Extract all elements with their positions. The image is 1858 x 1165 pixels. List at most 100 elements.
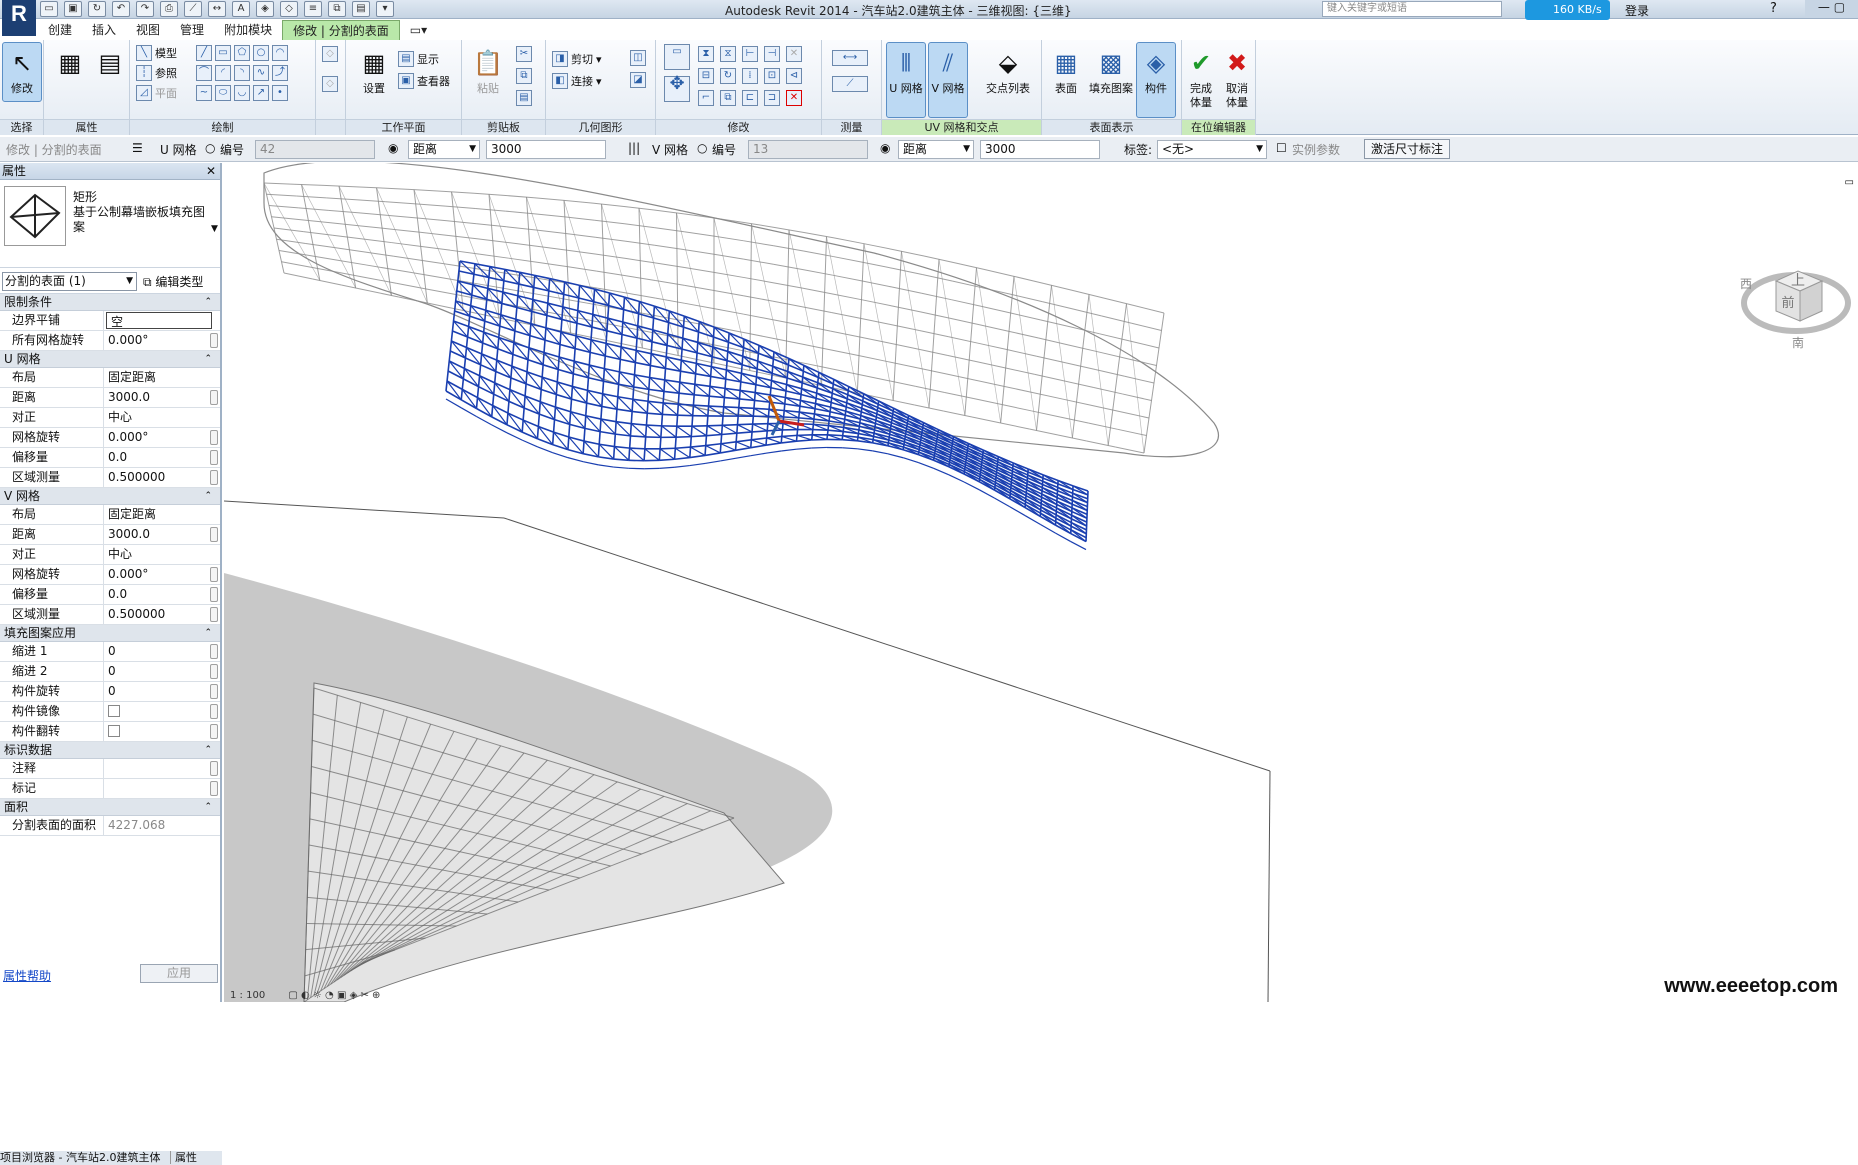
- tab-insert[interactable]: 插入: [82, 20, 126, 40]
- surface-button[interactable]: ▦ 表面: [1046, 42, 1086, 118]
- property-value[interactable]: 中心: [104, 545, 220, 564]
- value-button[interactable]: [210, 450, 218, 465]
- value-button[interactable]: [210, 684, 218, 699]
- property-value[interactable]: 0.000°: [104, 428, 220, 447]
- collapse-icon[interactable]: ⌃: [204, 625, 212, 642]
- 3d-viewport[interactable]: 上 前 西 南 ▭ www.eeeetop.com 1 : 100 ▢ ◐ ☼ …: [224, 163, 1858, 1002]
- viewer-button[interactable]: ▣查看器: [398, 72, 450, 90]
- project-browser-tab[interactable]: 项目浏览器 - 汽车站2.0建筑主体: [0, 1151, 160, 1164]
- view-control-icons[interactable]: ▢ ◐ ☼ ◔ ▣ ◈ ✂ ⊕: [288, 990, 380, 1001]
- draw-shapes-row1[interactable]: ╱▭⬠○◠: [196, 44, 288, 62]
- activate-dimensions-button[interactable]: 激活尺寸标注: [1364, 139, 1450, 159]
- property-value[interactable]: 3000.0: [104, 388, 220, 407]
- value-button[interactable]: [210, 390, 218, 405]
- collapse-icon[interactable]: ⌃: [204, 799, 212, 816]
- trim-multiple-icon[interactable]: ⊐: [764, 90, 780, 106]
- type-selector[interactable]: 矩形 基于公制幕墙嵌板填充图案 ▼: [0, 180, 220, 268]
- draw-model-button[interactable]: ╲模型: [136, 44, 177, 62]
- property-value[interactable]: 0: [104, 642, 220, 661]
- cancel-mass-button[interactable]: ✖ 取消 体量: [1220, 42, 1254, 118]
- apply-button[interactable]: 应用: [140, 964, 218, 983]
- tag-select[interactable]: <无>▼: [1157, 140, 1267, 159]
- property-value[interactable]: 0.500000: [104, 468, 220, 487]
- property-value[interactable]: [104, 779, 220, 798]
- paste-button[interactable]: 📋 粘贴: [466, 42, 510, 102]
- u-distance-field[interactable]: 3000: [486, 140, 606, 159]
- finish-mass-button[interactable]: ✔ 完成 体量: [1184, 42, 1218, 118]
- collapse-icon[interactable]: ⌃: [204, 488, 212, 505]
- 3d-view-icon[interactable]: ◈: [256, 1, 274, 17]
- value-button[interactable]: [210, 724, 218, 739]
- collapse-icon[interactable]: ⌃: [204, 742, 212, 759]
- split-icon[interactable]: ⊢: [742, 46, 758, 62]
- join-geometry-button[interactable]: ◧连接▾: [552, 72, 602, 90]
- property-group-header[interactable]: 面积⌃: [0, 799, 220, 816]
- property-group-header[interactable]: 标识数据⌃: [0, 742, 220, 759]
- property-group-header[interactable]: V 网格⌃: [0, 488, 220, 505]
- u-number-radio[interactable]: ○: [205, 141, 215, 155]
- property-value[interactable]: 0.0: [104, 585, 220, 604]
- thin-lines-icon[interactable]: ≡: [304, 1, 322, 17]
- value-button[interactable]: [210, 430, 218, 445]
- properties-button[interactable]: ▦: [48, 42, 92, 102]
- property-value[interactable]: 空: [106, 312, 212, 329]
- print-icon[interactable]: ⎙: [160, 1, 178, 17]
- mirror-axis-icon[interactable]: ⧗: [698, 46, 714, 62]
- offset-icon[interactable]: ⊟: [698, 68, 714, 84]
- mirror-draw-icon[interactable]: ⧖: [720, 46, 736, 62]
- undo-icon[interactable]: ↶: [112, 1, 130, 17]
- properties-tab[interactable]: 属性: [170, 1151, 197, 1164]
- instance-filter-select[interactable]: 分割的表面 (1)▼: [2, 272, 137, 291]
- v-distance-radio[interactable]: ◉: [880, 141, 890, 155]
- v-number-field[interactable]: 13: [748, 140, 868, 159]
- u-mode-select[interactable]: 距离▼: [408, 140, 480, 159]
- split-face-icon[interactable]: ◪: [630, 72, 646, 88]
- property-value[interactable]: 3000.0: [104, 525, 220, 544]
- v-number-radio[interactable]: ○: [697, 141, 707, 155]
- dimension-aligned-icon[interactable]: ⟋: [832, 76, 868, 92]
- property-value[interactable]: 0.0: [104, 448, 220, 467]
- dropdown-icon[interactable]: ▾: [376, 1, 394, 17]
- property-value[interactable]: 0: [104, 682, 220, 701]
- trim-single-icon[interactable]: ⊏: [742, 90, 758, 106]
- u-distance-radio[interactable]: ◉: [388, 141, 398, 155]
- text-icon[interactable]: A: [232, 1, 250, 17]
- surface-panel-label[interactable]: 表面表示: [1042, 119, 1181, 135]
- tab-manage[interactable]: 管理: [170, 20, 214, 40]
- v-distance-field[interactable]: 3000: [980, 140, 1100, 159]
- measure-icon[interactable]: ⟋: [184, 1, 202, 17]
- cut-geometry-button[interactable]: ◨剪切▾: [552, 50, 602, 68]
- pin-icon[interactable]: ✕: [786, 46, 802, 62]
- navigation-bar-icon[interactable]: ▭: [1845, 177, 1854, 188]
- value-button[interactable]: [210, 527, 218, 542]
- modify-button[interactable]: ↖ 修改: [2, 42, 42, 102]
- u-grid-button[interactable]: ⦀ U 网格: [886, 42, 926, 118]
- property-value[interactable]: 固定距离: [104, 505, 220, 524]
- wall-join-icon[interactable]: ◫: [630, 50, 646, 66]
- property-value[interactable]: 0.000°: [104, 565, 220, 584]
- measure-distance-icon[interactable]: ⟷: [832, 50, 868, 66]
- value-button[interactable]: [210, 781, 218, 796]
- tab-view[interactable]: 视图: [126, 20, 170, 40]
- u-number-field[interactable]: 42: [255, 140, 375, 159]
- value-button[interactable]: [210, 333, 218, 348]
- move-icon[interactable]: ✥: [664, 76, 690, 102]
- value-button[interactable]: [210, 664, 218, 679]
- close-hidden-icon[interactable]: ⧉: [328, 1, 346, 17]
- value-button[interactable]: [210, 567, 218, 582]
- property-value[interactable]: 0.500000: [104, 605, 220, 624]
- fill-pattern-button[interactable]: ▩ 填充图案: [1088, 42, 1134, 118]
- tab-modify-divided-surface[interactable]: 修改 | 分割的表面: [282, 20, 400, 40]
- draw-shapes-row2[interactable]: ⌒◜◝∿⤴: [196, 64, 288, 82]
- help-icon[interactable]: ?: [1770, 1, 1777, 16]
- section-icon[interactable]: ◇: [280, 1, 298, 17]
- chevron-down-icon[interactable]: ▼: [211, 224, 218, 234]
- rotate-icon[interactable]: ↻: [720, 68, 736, 84]
- tab-create[interactable]: 创建: [38, 20, 82, 40]
- value-button[interactable]: [210, 761, 218, 776]
- scale-icon[interactable]: ⊡: [764, 68, 780, 84]
- save-icon[interactable]: ▣: [64, 1, 82, 17]
- ribbon-minimize-button[interactable]: ▭▾: [400, 20, 437, 40]
- set-workplane-button[interactable]: ▦ 设置: [352, 42, 396, 102]
- value-button[interactable]: [210, 704, 218, 719]
